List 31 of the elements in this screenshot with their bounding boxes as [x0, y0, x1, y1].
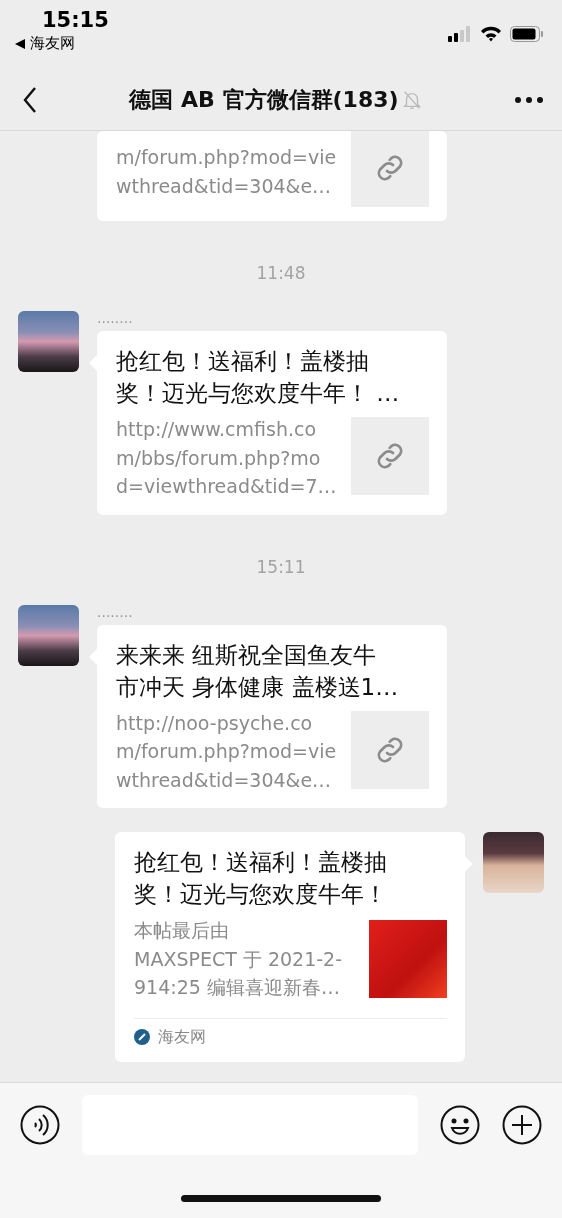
link-url: m/forum.php?mod=vie wthread&tid=304&e… — [116, 145, 337, 199]
source-logo-icon — [134, 1029, 150, 1045]
sender-name: ........ — [97, 604, 134, 619]
card-title: 来来来 纽斯祝全国鱼友牛 市冲天 身体健康 盖楼送1… — [116, 640, 400, 702]
link-card[interactable]: 抢红包！送福利！盖楼抽 奖！迈光与您欢度牛年！ … http://www.cmfish.co m/bbs/forum.php?mo d=viewthread&tid=7… — [97, 331, 447, 515]
link-card[interactable]: 抢红包！送福利！盖楼抽 奖！迈光与您欢度牛年！ 本帖最后由 MAXSPECT 于 2021-2- 914:25 编辑喜迎新春… 海友网 — [115, 832, 465, 1062]
plus-icon — [502, 1105, 542, 1145]
back-to-app-link[interactable]: 海友网 — [30, 34, 75, 53]
chat-title: 德国 AB 官方微信群(183) — [129, 86, 399, 114]
link-card[interactable]: 来来来 纽斯祝全国鱼友牛 市冲天 身体健康 盖楼送1… http://noo-psyche.co m/forum.php?mod=vie wthread&tid=304&e… — [97, 624, 447, 808]
link-url: http://www.cmfish.co m/bbs/forum.php?mo d=viewthread&tid=7… — [116, 417, 337, 499]
more-dots-icon — [514, 96, 544, 104]
source-name: 海友网 — [158, 1026, 206, 1048]
voice-icon — [20, 1105, 60, 1145]
avatar-photo-placeholder[interactable] — [18, 311, 79, 372]
link-url: http://noo-psyche.co m/forum.php?mod=vie wthread&tid=304&e… — [116, 710, 337, 793]
sender-name: ........ — [97, 311, 134, 325]
timestamp: 11:48 — [256, 263, 306, 283]
smiley-icon — [440, 1105, 480, 1145]
card-description: 本帖最后由 MAXSPECT 于 2021-2- 914:25 编辑喜迎新春… — [134, 918, 343, 1000]
signal-icon — [448, 26, 472, 42]
timestamp: 15:11 — [256, 556, 306, 577]
wifi-icon — [480, 26, 502, 42]
avatar-photo-placeholder[interactable] — [18, 604, 79, 666]
back-triangle-icon[interactable] — [14, 37, 26, 50]
avatar-photo-placeholder[interactable] — [483, 832, 544, 893]
back-chevron-icon — [22, 86, 38, 114]
card-title: 抢红包！送福利！盖楼抽 奖！迈光与您欢度牛年！ … — [116, 347, 401, 408]
clock: 15:15 — [41, 8, 109, 32]
card-title: 抢红包！送福利！盖楼抽 奖！迈光与您欢度牛年！ — [134, 848, 388, 909]
battery-icon — [510, 26, 544, 42]
